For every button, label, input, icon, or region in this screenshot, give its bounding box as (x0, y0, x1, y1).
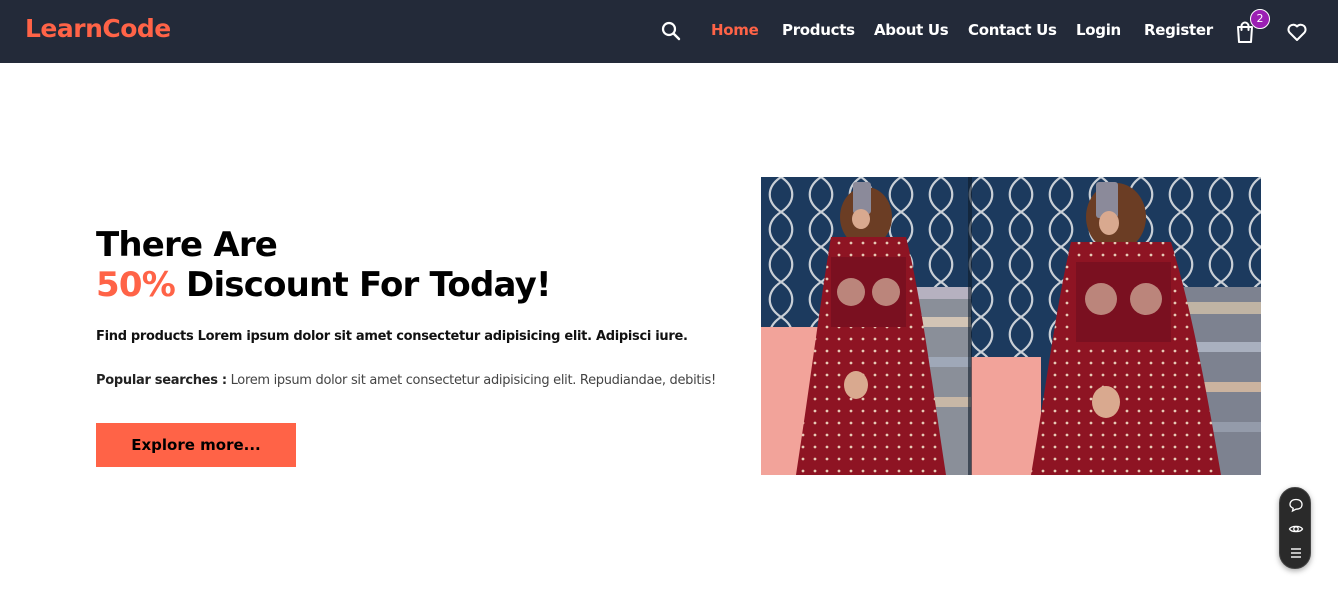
explore-more-button[interactable]: Explore more... (96, 423, 296, 467)
nav-link-products[interactable]: Products (782, 21, 855, 39)
floating-toolbar (1279, 487, 1311, 569)
heart-icon[interactable] (1286, 21, 1308, 43)
logo[interactable]: LearnCode (25, 14, 171, 43)
nav-link-contact-us[interactable]: Contact Us (968, 21, 1057, 39)
hero-title-line2: Discount For Today! (174, 265, 551, 305)
popular-searches: Popular searches : Lorem ipsum dolor sit… (96, 373, 736, 388)
cart-count-badge: 2 (1250, 9, 1270, 29)
eye-icon[interactable] (1288, 521, 1304, 537)
chat-icon[interactable] (1288, 497, 1304, 513)
hero-description: Find products Lorem ipsum dolor sit amet… (96, 329, 688, 344)
navbar: LearnCode Home Products About Us Contact… (0, 0, 1338, 63)
popular-searches-label: Popular searches : (96, 373, 227, 388)
nav-link-home[interactable]: Home (711, 21, 759, 39)
hero-title-line1: There Are (96, 225, 278, 265)
search-icon[interactable] (660, 20, 682, 42)
popular-searches-text: Lorem ipsum dolor sit amet consectetur a… (226, 373, 717, 388)
menu-icon[interactable] (1288, 545, 1304, 561)
hero-product-image (761, 177, 1261, 475)
discount-highlight: 50% (96, 265, 176, 305)
nav-link-about-us[interactable]: About Us (874, 21, 949, 39)
nav-link-register[interactable]: Register (1144, 21, 1213, 39)
nav-link-login[interactable]: Login (1076, 21, 1121, 39)
hero-title: There Are 50% Discount For Today! (96, 225, 552, 305)
